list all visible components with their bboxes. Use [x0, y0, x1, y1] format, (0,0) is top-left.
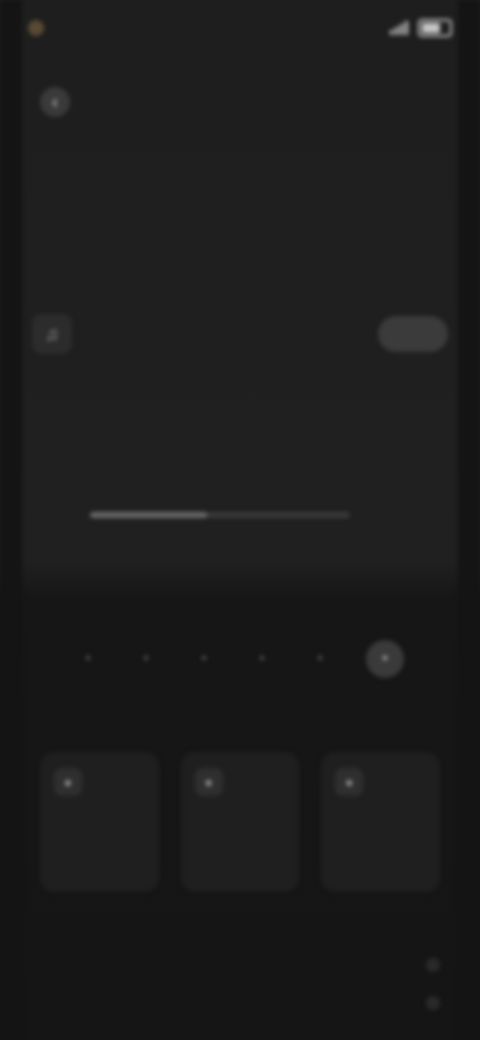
rating-option[interactable]: •	[134, 647, 158, 671]
indicator-icon	[426, 996, 440, 1010]
back-arrow-icon: ‹	[40, 87, 70, 117]
indicator-icon	[426, 958, 440, 972]
app-screen: ‹ ♫ • • • • • • ● ● ●	[0, 0, 480, 1040]
bottom-row	[44, 950, 440, 980]
bottom-row-right	[412, 996, 440, 1010]
screen-edge-left	[0, 0, 22, 1040]
screen-content: ‹ ♫ • • • • • • ● ● ●	[0, 0, 480, 1040]
rating-option[interactable]: •	[192, 647, 216, 671]
status-bar	[28, 10, 452, 46]
track-icon: ♫	[32, 314, 72, 354]
card-icon: ●	[335, 768, 364, 796]
progress-bar[interactable]	[90, 512, 350, 518]
rating-option[interactable]: •	[308, 647, 332, 671]
status-left	[28, 20, 52, 36]
rating-selector[interactable]: • • • • • •	[76, 636, 404, 682]
rating-option[interactable]: •	[366, 640, 404, 678]
card-icon: ●	[54, 768, 82, 796]
progress-fill	[90, 512, 207, 518]
screen-edge-right	[458, 0, 480, 1040]
bottom-row-right	[412, 958, 440, 972]
battery-icon	[418, 19, 452, 37]
back-button[interactable]: ‹	[40, 84, 82, 120]
signal-icon	[390, 21, 408, 35]
status-right	[390, 19, 452, 37]
rating-option[interactable]: •	[76, 647, 100, 671]
card-icon: ●	[194, 768, 223, 796]
rating-option[interactable]: •	[250, 647, 274, 671]
track-row[interactable]: ♫	[32, 304, 448, 364]
card-list: ● ● ●	[40, 752, 441, 892]
card[interactable]: ●	[40, 752, 159, 892]
bottom-row	[44, 988, 440, 1018]
track-action-button[interactable]	[378, 316, 448, 352]
notification-icon	[28, 20, 44, 36]
card[interactable]: ●	[321, 752, 441, 892]
card[interactable]: ●	[180, 752, 300, 892]
